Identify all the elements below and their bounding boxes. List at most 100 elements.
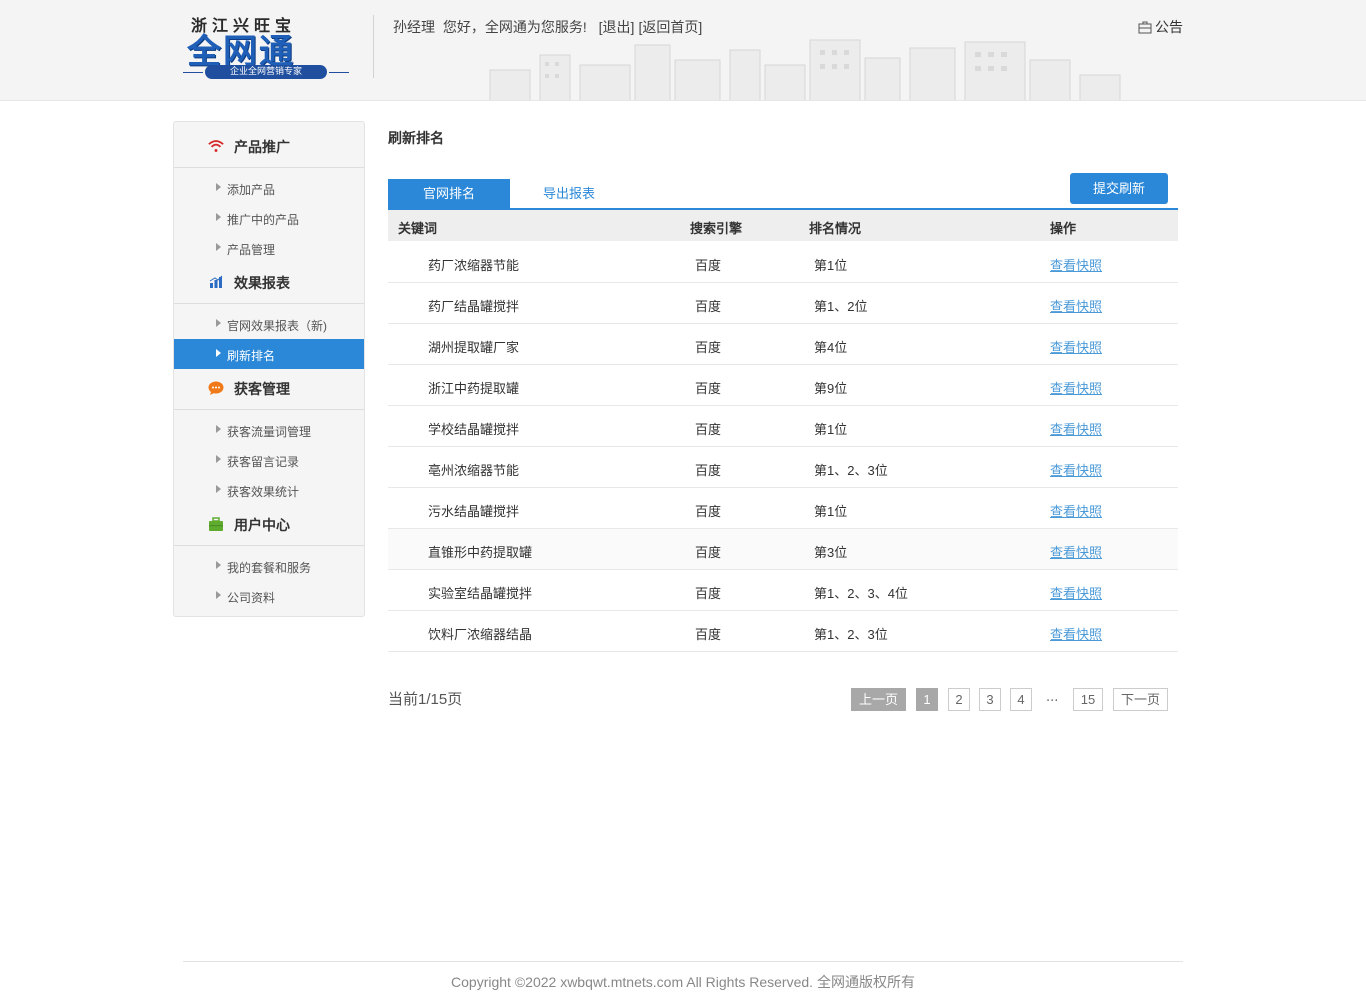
sidebar-item-add-product[interactable]: 添加产品 xyxy=(174,173,364,203)
footer-divider xyxy=(183,961,1183,962)
keyword-cell: 药厂浓缩器节能 xyxy=(428,258,520,273)
view-snapshot-link[interactable]: 查看快照 xyxy=(1050,501,1102,520)
table-row: 学校结晶罐搅拌 百度 第1位 查看快照 xyxy=(388,406,1178,447)
bar-chart-icon xyxy=(208,274,224,290)
keyword-cell: 实验室结晶罐搅拌 xyxy=(428,586,533,601)
keyword-cell: 浙江中药提取罐 xyxy=(428,381,520,396)
rank-cell: 第4位 xyxy=(814,340,848,355)
tab-export-report[interactable]: 导出报表 xyxy=(508,179,630,209)
wifi-icon xyxy=(208,138,224,154)
sidebar-item-label: 刷新排名 xyxy=(227,349,276,363)
submit-refresh-button[interactable]: 提交刷新 xyxy=(1070,173,1168,204)
table-row: 直锥形中药提取罐 百度 第3位 查看快照 xyxy=(388,529,1178,570)
rank-cell: 第3位 xyxy=(814,545,848,560)
caret-right-icon xyxy=(216,243,221,251)
logo-right-line xyxy=(329,72,349,73)
caret-right-icon xyxy=(216,485,221,493)
logo-badge: 企业全网营销专家 xyxy=(205,65,327,79)
page-button[interactable]: 2 xyxy=(948,688,970,711)
sidebar-item-label: 公司资料 xyxy=(227,591,276,605)
rank-cell: 第1、2、3、4位 xyxy=(814,586,908,601)
sidebar-item-site-report[interactable]: 官网效果报表（新) xyxy=(174,309,364,339)
sidebar-item-messages[interactable]: 获客留言记录 xyxy=(174,445,364,475)
briefcase-outline-icon xyxy=(1138,21,1152,34)
greeting-text: 您好，全网通为您服务! xyxy=(442,19,587,35)
caret-right-icon xyxy=(216,349,221,357)
rank-cell: 第1、2、3位 xyxy=(814,463,888,478)
column-header-engine: 搜索引擎 xyxy=(690,221,743,236)
view-snapshot-link[interactable]: 查看快照 xyxy=(1050,337,1102,356)
column-header-ranking: 排名情况 xyxy=(809,221,862,236)
view-snapshot-link[interactable]: 查看快照 xyxy=(1050,378,1102,397)
view-snapshot-link[interactable]: 查看快照 xyxy=(1050,460,1102,479)
sidebar-group-reports[interactable]: 效果报表 xyxy=(174,258,364,304)
logout-link[interactable]: [退出] xyxy=(599,19,635,35)
sidebar-group-product-promo[interactable]: 产品推广 xyxy=(174,122,364,168)
engine-cell: 百度 xyxy=(695,504,722,519)
keyword-cell: 亳州浓缩器节能 xyxy=(428,463,520,478)
page-button-current[interactable]: 1 xyxy=(916,688,938,711)
table-row: 亳州浓缩器节能 百度 第1、2、3位 查看快照 xyxy=(388,447,1178,488)
prev-page-button[interactable]: 上一页 xyxy=(851,688,906,711)
rank-cell: 第1位 xyxy=(814,422,848,437)
sidebar-item-label: 我的套餐和服务 xyxy=(227,561,312,575)
home-link[interactable]: [返回首页] xyxy=(638,19,702,35)
caret-right-icon xyxy=(216,455,221,463)
page-button-last[interactable]: 15 xyxy=(1073,688,1103,711)
caret-right-icon xyxy=(216,213,221,221)
footer-copyright: Copyright ©2022 xwbqwt.mtnets.com All Ri… xyxy=(451,974,915,990)
page-button[interactable]: 4 xyxy=(1010,688,1032,711)
sidebar-item-label: 推广中的产品 xyxy=(227,213,300,227)
page-title: 刷新排名 xyxy=(388,130,444,146)
caret-right-icon xyxy=(216,591,221,599)
sidebar-item-my-plan[interactable]: 我的套餐和服务 xyxy=(174,551,364,581)
caret-right-icon xyxy=(216,183,221,191)
view-snapshot-link[interactable]: 查看快照 xyxy=(1050,624,1102,643)
sidebar: 产品推广 添加产品 推广中的产品 产品管理 效果报表 官网效果报表（新) 刷新排… xyxy=(173,121,365,617)
sidebar-item-label: 获客效果统计 xyxy=(227,485,300,499)
user-name: 孙经理 xyxy=(393,19,435,35)
engine-cell: 百度 xyxy=(695,545,722,560)
caret-right-icon xyxy=(216,319,221,327)
rank-cell: 第9位 xyxy=(814,381,848,396)
notice-label: 公告 xyxy=(1155,19,1183,35)
sidebar-item-label: 获客流量词管理 xyxy=(227,425,312,439)
sidebar-item-traffic-keywords[interactable]: 获客流量词管理 xyxy=(174,415,364,445)
view-snapshot-link[interactable]: 查看快照 xyxy=(1050,296,1102,315)
user-greeting: 孙经理 您好，全网通为您服务! [退出] [返回首页] xyxy=(393,17,702,37)
table-header: 关键词 搜索引擎 排名情况 操作 xyxy=(388,210,1178,241)
engine-cell: 百度 xyxy=(695,381,722,396)
sidebar-item-label: 官网效果报表（新) xyxy=(227,319,327,333)
sidebar-group-label: 获客管理 xyxy=(234,381,290,397)
header-divider xyxy=(373,15,374,78)
notice-link[interactable]: 公告 xyxy=(1138,17,1183,37)
keyword-cell: 学校结晶罐搅拌 xyxy=(428,422,520,437)
sidebar-group-customer[interactable]: 获客管理 xyxy=(174,364,364,410)
sidebar-item-promoting-products[interactable]: 推广中的产品 xyxy=(174,203,364,233)
caret-right-icon xyxy=(216,561,221,569)
keyword-cell: 湖州提取罐厂家 xyxy=(428,340,520,355)
sidebar-item-label: 获客留言记录 xyxy=(227,455,300,469)
table-row: 实验室结晶罐搅拌 百度 第1、2、3、4位 查看快照 xyxy=(388,570,1178,611)
header: 浙江兴旺宝 全网通 企业全网营销专家 孙经理 您好，全网通为您服务! [退出][… xyxy=(0,0,1366,101)
sidebar-item-company-info[interactable]: 公司资料 xyxy=(174,581,364,611)
sidebar-group-user-center[interactable]: 用户中心 xyxy=(174,500,364,546)
rank-cell: 第1位 xyxy=(814,258,848,273)
engine-cell: 百度 xyxy=(695,463,722,478)
view-snapshot-link[interactable]: 查看快照 xyxy=(1050,419,1102,438)
page-button[interactable]: 3 xyxy=(979,688,1001,711)
view-snapshot-link[interactable]: 查看快照 xyxy=(1050,255,1102,274)
tab-site-ranking[interactable]: 官网排名 xyxy=(388,179,510,209)
engine-cell: 百度 xyxy=(695,299,722,314)
logo[interactable]: 浙江兴旺宝 全网通 企业全网营销专家 xyxy=(183,12,353,82)
keyword-cell: 饮料厂浓缩器结晶 xyxy=(428,627,533,642)
engine-cell: 百度 xyxy=(695,422,722,437)
sidebar-item-label: 产品管理 xyxy=(227,243,276,257)
sidebar-group-label: 产品推广 xyxy=(234,139,290,155)
view-snapshot-link[interactable]: 查看快照 xyxy=(1050,583,1102,602)
view-snapshot-link[interactable]: 查看快照 xyxy=(1050,542,1102,561)
next-page-button[interactable]: 下一页 xyxy=(1113,688,1168,711)
caret-right-icon xyxy=(216,425,221,433)
engine-cell: 百度 xyxy=(695,627,722,642)
sidebar-group-label: 用户中心 xyxy=(234,517,290,533)
